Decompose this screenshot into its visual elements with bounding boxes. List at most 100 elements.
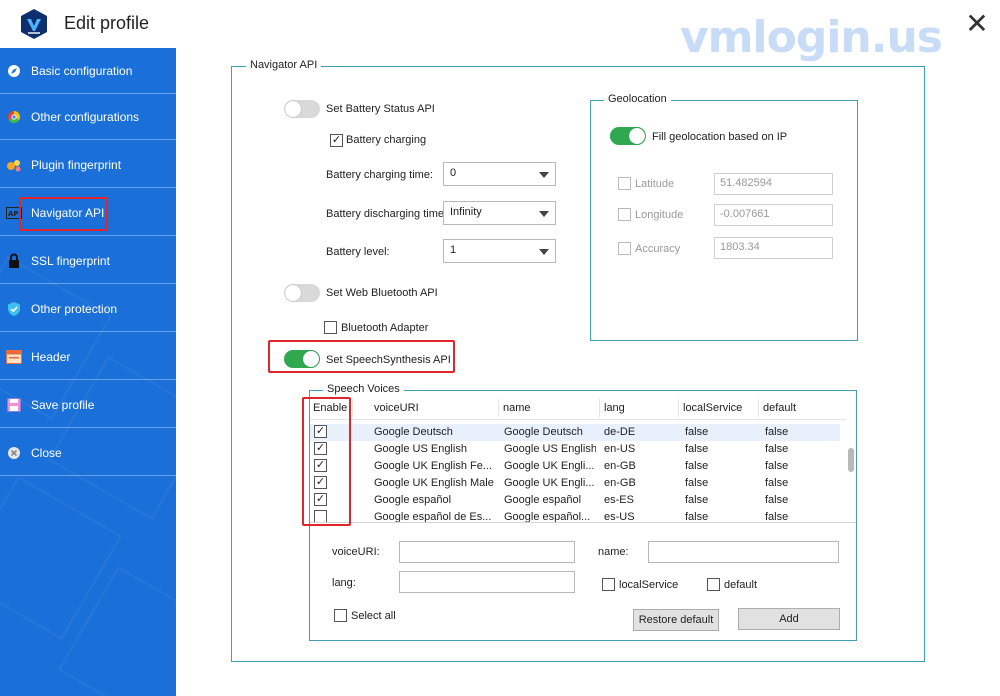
highlight-box-speech-synthesis [268,340,455,373]
table-row[interactable]: ✓ Google UK English Male Google UK Engli… [310,475,840,492]
highlight-box-enable-column [302,397,351,526]
table-row[interactable]: ✓ Google UK English Fe... Google UK Engl… [310,458,840,475]
fill-geolocation-toggle[interactable] [610,127,646,145]
chevron-down-icon [539,172,549,178]
name-label: name: [598,546,629,558]
latitude-checkbox[interactable] [618,177,631,190]
restore-default-button[interactable]: Restore default [633,609,719,631]
fill-geolocation-label: Fill geolocation based on IP [652,131,788,143]
sidebar-item-header[interactable]: Header [0,334,176,380]
divider [310,522,856,523]
column-divider [352,399,353,417]
cell-name: Google Deutsch [504,426,583,438]
cell-voiceuri: Google Deutsch [374,426,453,438]
column-header-voiceuri[interactable]: voiceURI [374,402,419,414]
sidebar-item-label: Close [31,445,62,460]
cell-localservice: false [685,477,709,489]
voices-table: Enable voiceURI name lang localService d… [310,396,856,524]
sidebar-item-other-protection[interactable]: Other protection [0,286,176,332]
voiceuri-input[interactable] [399,541,575,563]
voices-table-scrollbar[interactable] [846,404,856,522]
cell-name: Google UK Engli... [504,477,595,489]
battery-level-select[interactable]: 1 [443,239,556,263]
lock-icon [6,253,22,269]
default-checkbox[interactable] [707,578,720,591]
voiceuri-label: voiceURI: [332,546,380,558]
latitude-field[interactable]: 51.482594 [714,173,833,195]
sidebar-item-close[interactable]: Close [0,430,176,476]
shield-icon [6,301,22,317]
add-button[interactable]: Add [738,608,840,630]
cell-name: Google español [504,494,582,506]
sidebar-item-save-profile[interactable]: Save profile [0,382,176,428]
lang-label: lang: [332,577,356,589]
cell-voiceuri: Google UK English Male [374,477,494,489]
battery-status-toggle[interactable] [284,100,320,118]
cell-localservice: false [685,443,709,455]
sidebar-item-label: Plugin fingerprint [31,157,122,172]
accuracy-field[interactable]: 1803.34 [714,237,833,259]
battery-status-label: Set Battery Status API [326,103,435,115]
watermark: vmlogin.us [680,12,943,63]
column-divider [599,399,600,417]
accuracy-checkbox[interactable] [618,242,631,255]
sidebar-item-basic-configuration[interactable]: Basic configuration [0,48,176,94]
bluetooth-adapter-label: Bluetooth Adapter [341,322,429,334]
column-divider [758,399,759,417]
sidebar-item-plugin-fingerprint[interactable]: Plugin fingerprint [0,142,176,188]
local-service-checkbox[interactable] [602,578,615,591]
header-icon [6,349,22,365]
battery-charging-label: Battery charging [346,134,427,146]
battery-charging-checkbox[interactable]: ✓ [330,134,343,147]
sidebar-item-label: Save profile [31,397,95,412]
default-label: default [724,579,758,591]
cell-default: false [765,426,789,438]
cell-name: Google US English [504,443,596,455]
battery-level-label: Battery level: [326,246,390,258]
toggle-knob [285,101,301,117]
battery-discharging-time-label: Battery discharging time [326,208,444,220]
sidebar-item-other-configurations[interactable]: Other configurations [0,94,176,140]
scrollbar-thumb[interactable] [848,448,854,472]
column-header-name[interactable]: name [503,402,531,414]
column-header-default[interactable]: default [763,402,796,414]
local-service-label: localService [619,579,679,591]
close-circle-icon [6,445,22,461]
battery-charging-time-label: Battery charging time: [326,169,433,181]
sidebar-item-label: SSL fingerprint [31,253,110,268]
table-row[interactable]: ✓ Google Deutsch Google Deutsch de-DE fa… [310,424,840,441]
speech-voices-legend: Speech Voices [323,383,404,395]
close-window-button[interactable]: ✕ [962,10,992,40]
cell-lang: es-ES [604,494,634,506]
cell-name: Google UK Engli... [504,460,595,472]
longitude-field[interactable]: -0.007661 [714,204,833,226]
battery-discharging-time-select[interactable]: Infinity [443,201,556,225]
cell-default: false [765,443,789,455]
bluetooth-adapter-checkbox[interactable] [324,321,337,334]
table-row[interactable]: ✓ Google español Google español es-ES fa… [310,492,840,509]
cell-default: false [765,494,789,506]
table-row[interactable]: ✓ Google US English Google US English en… [310,441,840,458]
select-all-checkbox[interactable] [334,609,347,622]
battery-charging-time-select[interactable]: 0 [443,162,556,186]
sidebar-item-ssl-fingerprint[interactable]: SSL fingerprint [0,238,176,284]
toggle-knob [629,128,645,144]
lang-input[interactable] [399,571,575,593]
web-bluetooth-label: Set Web Bluetooth API [326,287,438,299]
web-bluetooth-toggle[interactable] [284,284,320,302]
name-input[interactable] [648,541,839,563]
column-header-localservice[interactable]: localService [683,402,742,414]
geolocation-legend: Geolocation [604,93,671,105]
cell-lang: en-GB [604,477,636,489]
longitude-checkbox[interactable] [618,208,631,221]
cell-default: false [765,460,789,472]
navigator-api-legend: Navigator API [246,59,322,71]
cell-default: false [765,477,789,489]
title-bar: Edit profile vmlogin.us ✕ [0,0,1000,63]
sidebar: Basic configuration Other configurations… [0,48,176,696]
column-header-lang[interactable]: lang [604,402,625,414]
latitude-label: Latitude [635,178,675,190]
app-logo-icon [20,8,48,40]
toggle-knob [285,285,301,301]
cell-lang: en-GB [604,460,636,472]
